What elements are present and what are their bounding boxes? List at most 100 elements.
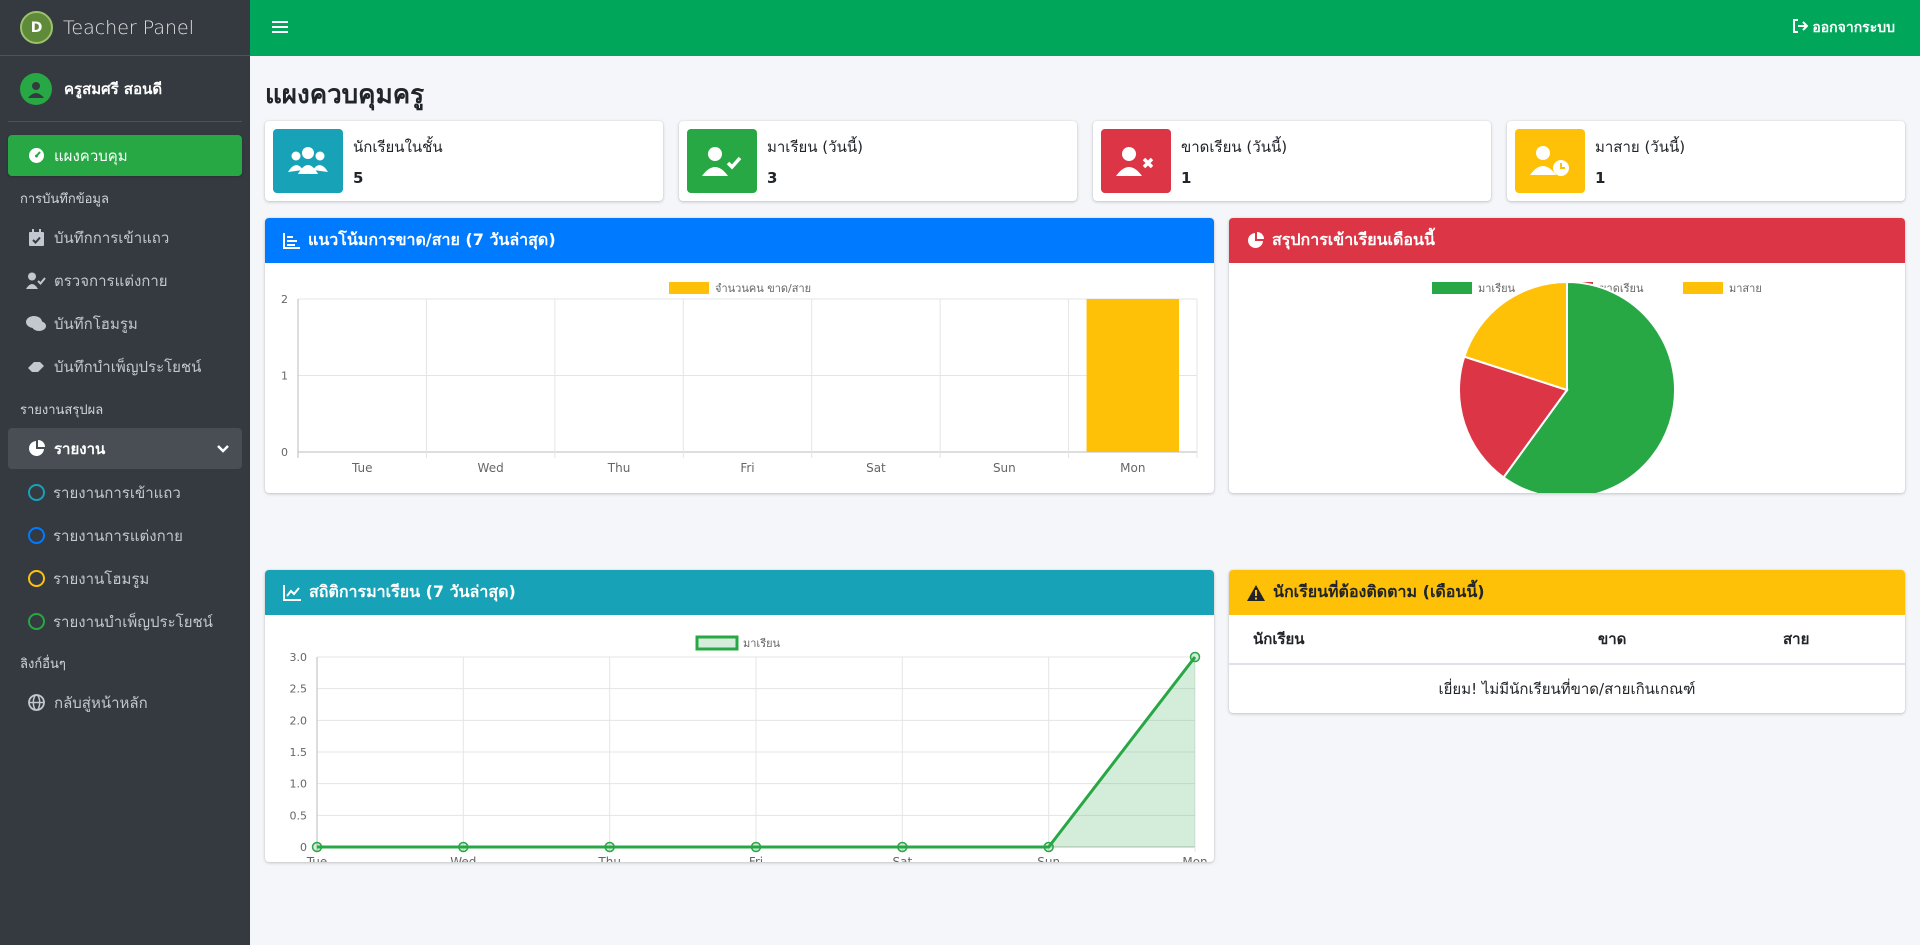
stat-icon-box [1515, 129, 1585, 193]
globe-icon [26, 693, 46, 713]
sidebar-subitem-report-2[interactable]: รายงานโฮมรูม [8, 557, 242, 600]
x-tick-label: Wed [450, 855, 476, 862]
x-tick-label: Sun [993, 461, 1016, 475]
x-tick-label: Fri [740, 461, 754, 475]
monthly-summary-chart: มาเรียน ขาดเรียน มาสาย [1432, 280, 1762, 493]
brand-title: Teacher Panel [63, 16, 194, 39]
user-clock-icon [1530, 146, 1569, 176]
card-title: นักเรียนที่ต้องติดตาม (เดือนนี้) [1273, 582, 1485, 601]
data-point [897, 841, 908, 853]
user-panel[interactable]: ครูสมศรี สอนดี [8, 56, 242, 122]
card-header: นักเรียนที่ต้องติดตาม (เดือนนี้) [1229, 570, 1905, 615]
user-check-icon [26, 271, 46, 291]
y-tick-label: 3.0 [290, 651, 308, 664]
stat-label: มาเรียน (วันนี้) [767, 138, 863, 156]
legend-label: มาสาย [1729, 282, 1762, 295]
user-avatar-icon [20, 72, 52, 105]
legend-label: มาเรียน [743, 637, 781, 650]
attendance-stats-chart: มาเรียน 0 0.5 1.0 1.5 2.0 2.5 3.0 Tue Wed Thu Fri Sa… [290, 635, 1208, 862]
sidebar-item-label: รายงานการแต่งกาย [53, 526, 183, 545]
data-point [604, 841, 615, 853]
card-header: สถิติการมาเรียน (7 วันล่าสุด) [265, 570, 1214, 615]
legend-swatch [1432, 282, 1472, 294]
y-tick-label: 0 [300, 841, 307, 854]
chevron-down-icon [216, 440, 230, 458]
chart-pie-icon [26, 439, 46, 459]
sign-out-icon [1792, 19, 1809, 37]
sidebar-item-dress-check[interactable]: ตรวจการแต่งกาย [8, 260, 242, 301]
sidebar-subitem-report-0[interactable]: รายงานการเข้าแถว [8, 471, 242, 514]
sidebar-item-label: บันทึกบำเพ็ญประโยชน์ [54, 357, 202, 376]
y-tick-label: 1.5 [290, 746, 308, 759]
absent-trend-card: แนวโน้มการขาด/สาย (7 วันล่าสุด) จำนวนคน … [265, 218, 1214, 493]
stat-label: ขาดเรียน (วันนี้) [1181, 138, 1288, 156]
sidebar-item-dashboard[interactable]: แผงควบคุม [8, 135, 242, 176]
monthly-summary-card: สรุปการเข้าเรียนเดือนนี้ มาเรียน ขาดเรียน… [1229, 218, 1905, 493]
card-title: แนวโน้มการขาด/สาย (7 วันล่าสุด) [308, 230, 556, 249]
x-tick-label: Mon [1182, 855, 1207, 862]
absent-trend-chart: จำนวนคน ขาด/สาย 0 1 2 Tue Wed Thu Fri Sat Sun Mon [281, 282, 1198, 475]
nav-header-record: การบันทึกข้อมูล [20, 192, 109, 207]
sidebar-nav: แผงควบคุม การบันทึกข้อมูล บันทึกการเข้าแ… [0, 135, 250, 723]
menu-toggle-icon[interactable] [272, 18, 288, 39]
nav-header-links: ลิงก์อื่นๆ [20, 657, 66, 672]
user-check-icon [702, 147, 742, 176]
stat-box-students: นักเรียนในชั้น 5 [265, 121, 663, 201]
stat-icon-box [1101, 129, 1171, 193]
top-navbar: ออกจากระบบ [250, 0, 1920, 56]
x-tick-label: Mon [1120, 461, 1145, 475]
x-tick-label: Fri [749, 855, 763, 862]
sidebar-subitem-report-1[interactable]: รายงานการแต่งกาย [8, 514, 242, 557]
page-title: แผงควบคุมครู [265, 80, 425, 110]
circle-icon [28, 527, 45, 544]
follow-up-table: นักเรียน ขาด สาย เยี่ยม! ไม่มีนักเรียนที… [1229, 615, 1905, 713]
y-tick-label: 1.0 [290, 778, 308, 791]
chart-bar-icon [283, 232, 300, 249]
nav-header-report: รายงานสรุปผล [20, 403, 104, 418]
stat-label: มาสาย (วันนี้) [1595, 138, 1686, 156]
sidebar-item-report[interactable]: รายงาน [8, 428, 242, 469]
x-tick-label: Tue [351, 461, 373, 475]
column-header-student: นักเรียน [1229, 615, 1574, 665]
x-tick-label: Sat [866, 461, 886, 475]
sidebar-item-label: ตรวจการแต่งกาย [54, 271, 168, 290]
stat-icon-box [687, 129, 757, 193]
user-name: ครูสมศรี สอนดี [64, 79, 163, 98]
users-icon [288, 147, 328, 174]
sidebar-item-label: รายงานการเข้าแถว [53, 483, 181, 502]
follow-up-card: นักเรียนที่ต้องติดตาม (เดือนนี้) นักเรีย… [1229, 570, 1905, 713]
sidebar-item-volunteer[interactable]: บันทึกบำเพ็ญประโยชน์ [8, 346, 242, 387]
sidebar-item-assembly[interactable]: บันทึกการเข้าแถว [8, 217, 242, 258]
stat-value: 1 [1595, 169, 1606, 187]
y-tick-label: 0.5 [290, 809, 308, 822]
y-tick-label: 2 [281, 293, 288, 306]
comments-icon [26, 314, 46, 334]
circle-icon [28, 613, 45, 630]
bar [1086, 299, 1180, 452]
logout-button[interactable]: ออกจากระบบ [1792, 17, 1895, 39]
card-header: สรุปการเข้าเรียนเดือนนี้ [1229, 218, 1905, 263]
sidebar: D Teacher Panel ครูสมศรี สอนดี แผงควบคุม… [0, 0, 250, 945]
hands-helping-icon [26, 357, 46, 377]
sidebar-item-home[interactable]: กลับสู่หน้าหลัก [8, 682, 242, 723]
sidebar-item-label: รายงานบำเพ็ญประโยชน์ [53, 612, 213, 631]
x-tick-label: Sat [892, 855, 912, 862]
sidebar-subitem-report-3[interactable]: รายงานบำเพ็ญประโยชน์ [8, 600, 242, 643]
stat-value: 5 [353, 169, 364, 187]
user-times-icon [1116, 147, 1154, 176]
y-tick-label: 1 [281, 370, 288, 383]
calendar-check-icon [26, 228, 46, 248]
data-point [1189, 651, 1201, 663]
empty-message: เยี่ยม! ไม่มีนักเรียนที่ขาด/สายเกินเกณฑ์ [1438, 680, 1696, 698]
y-tick-label: 2.0 [290, 714, 308, 727]
legend-swatch [695, 635, 739, 651]
chart-pie-icon [1247, 232, 1264, 249]
x-tick-label: Sun [1037, 855, 1060, 862]
x-tick-label: Tue [306, 855, 328, 862]
brand-link[interactable]: D Teacher Panel [0, 0, 250, 56]
main-content: แผงควบคุมครู นักเรียนในชั้น 5 มาเรียน (ว… [250, 56, 1920, 945]
stat-box-absent: ขาดเรียน (วันนี้) 1 [1093, 121, 1491, 201]
data-point [750, 841, 762, 853]
card-title: สรุปการเข้าเรียนเดือนนี้ [1272, 230, 1435, 249]
sidebar-item-homeroom[interactable]: บันทึกโฮมรูม [8, 303, 242, 344]
